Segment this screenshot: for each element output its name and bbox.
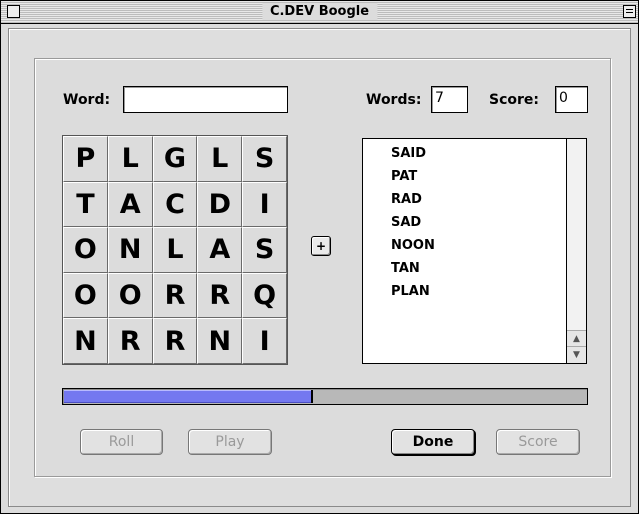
list-item[interactable]: TAN [391,257,435,280]
words-count-field: 7 [431,86,468,113]
scroll-up-arrow-icon[interactable]: ▲ [567,330,586,347]
letter-tile[interactable]: L [107,136,153,182]
timer-progress-fill [64,390,313,403]
letter-tile[interactable]: I [242,318,287,364]
letter-tile[interactable]: N [107,227,153,273]
letter-tile[interactable]: P [63,136,108,182]
word-label: Word: [63,92,111,108]
play-button[interactable]: Play [188,429,272,455]
letter-tile[interactable]: O [63,227,108,273]
found-words-list[interactable]: SAID PAT RAD SAD NOON TAN PLAN ▲ ▼ [362,138,587,364]
letter-tile[interactable]: Q [242,272,287,319]
score-field: 0 [555,86,588,113]
letter-tile[interactable]: O [63,272,108,319]
letter-tile[interactable]: S [242,136,287,182]
list-item[interactable]: SAID [391,142,435,165]
score-label: Score: [489,92,539,108]
timer-progress-bar [62,388,588,405]
list-item[interactable]: PLAN [391,280,435,303]
letter-tile[interactable]: N [197,318,243,364]
letter-tile[interactable]: S [242,227,287,273]
letter-tile[interactable]: R [107,318,153,364]
letter-tile[interactable]: R [152,272,198,319]
letter-tile[interactable]: G [152,136,198,182]
word-list-items: SAID PAT RAD SAD NOON TAN PLAN [391,142,435,303]
letter-tile[interactable]: R [152,318,198,364]
letter-grid: P L G L S T A C D I O N L A S O O R R Q … [62,135,288,365]
letter-tile[interactable]: O [107,272,153,319]
word-input[interactable] [123,86,288,113]
plus-icon: + [315,239,327,253]
word-list-scrollbar[interactable]: ▲ ▼ [566,139,586,363]
letter-tile[interactable]: A [107,181,153,228]
words-count-label: Words: [366,92,422,108]
letter-tile[interactable]: L [197,136,243,182]
letter-tile[interactable]: D [197,181,243,228]
list-item[interactable]: RAD [391,188,435,211]
list-item[interactable]: NOON [391,234,435,257]
zoom-box-icon[interactable] [623,5,636,18]
letter-tile[interactable]: L [152,227,198,273]
scroll-down-arrow-icon[interactable]: ▼ [567,346,586,363]
letter-tile[interactable]: C [152,181,198,228]
roll-button[interactable]: Roll [80,429,163,455]
list-item[interactable]: PAT [391,165,435,188]
window-title: C.DEV Boogle [261,3,378,20]
add-word-button[interactable]: + [311,236,331,256]
done-button[interactable]: Done [391,429,475,455]
letter-tile[interactable]: T [63,181,108,228]
letter-tile[interactable]: A [197,227,243,273]
close-box-icon[interactable] [7,5,20,18]
letter-tile[interactable]: R [197,272,243,319]
letter-tile[interactable]: N [63,318,108,364]
title-bar[interactable]: C.DEV Boogle [1,1,638,24]
list-item[interactable]: SAD [391,211,435,234]
score-button[interactable]: Score [496,429,580,455]
letter-tile[interactable]: I [242,181,287,228]
